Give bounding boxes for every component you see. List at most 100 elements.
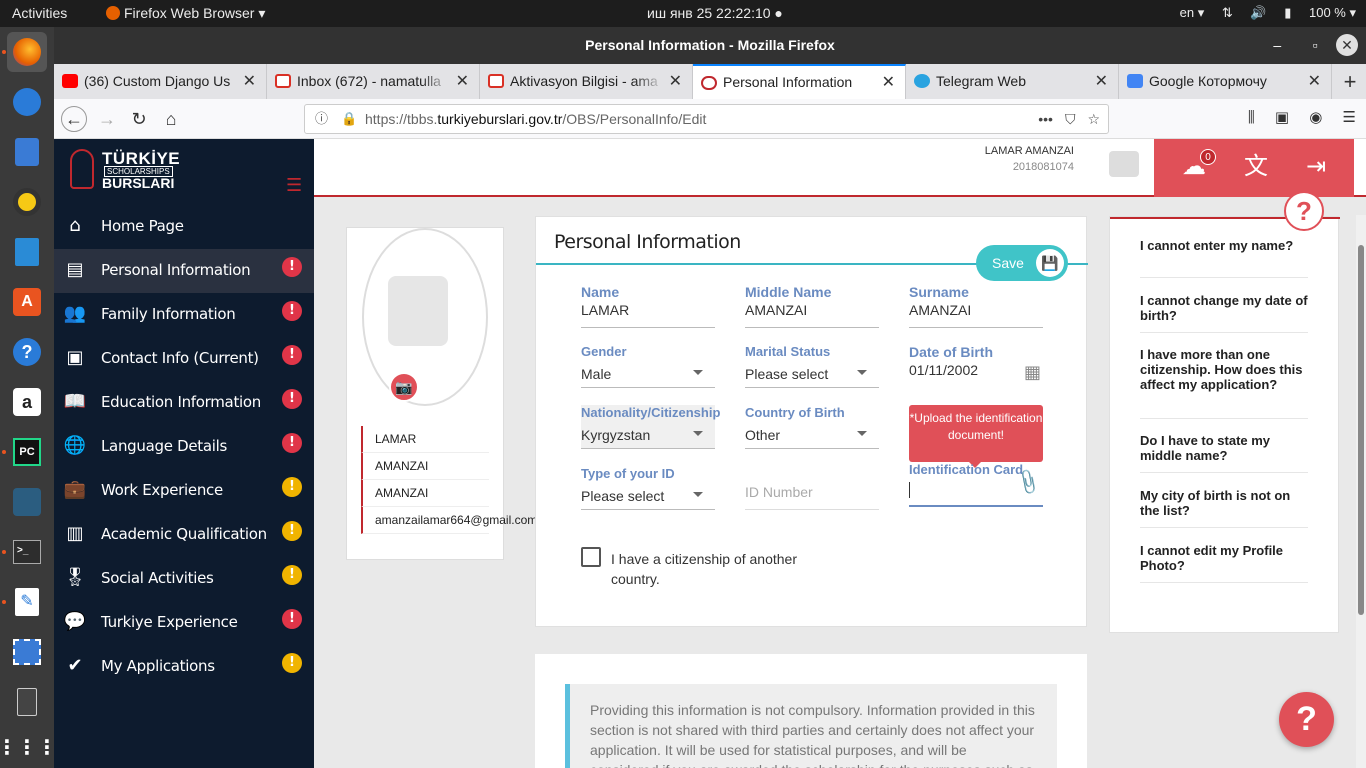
battery-indicator[interactable]: ▮ 100 % ▾: [1284, 5, 1356, 20]
country-of-birth-select[interactable]: Country of Birth Other: [745, 405, 879, 449]
sidebar-item-personal-information[interactable]: ▤ Personal Information!: [54, 249, 314, 293]
app-menu[interactable]: Firefox Web Browser ▾: [106, 5, 265, 22]
gender-select[interactable]: Gender Male: [581, 344, 715, 388]
faq-item[interactable]: I cannot change my date of birth?: [1140, 293, 1308, 333]
id-number-input[interactable]: ID Number: [745, 466, 879, 510]
help-button[interactable]: ?: [1279, 692, 1334, 747]
sidebar-item-contact-info-current[interactable]: ▣ Contact Info (Current)!: [54, 337, 314, 381]
sidebar-item-home-page[interactable]: ⌂ Home Page: [54, 205, 314, 249]
profile-first-name: LAMAR: [361, 426, 489, 453]
system-tray[interactable]: en ▾ ⇅ 🔊 ▮ 100 % ▾: [1166, 5, 1356, 21]
surname-field[interactable]: Surname AMANZAI: [909, 284, 1043, 328]
sidebar-toggle-icon[interactable]: ▣: [1275, 109, 1289, 126]
pycharm-icon[interactable]: PC: [7, 432, 47, 472]
translate-icon[interactable]: 文: [1238, 151, 1274, 183]
tab-google-translate[interactable]: Google Котормочу ✕: [1119, 64, 1332, 99]
close-tab-icon[interactable]: ✕: [1095, 64, 1108, 99]
writer-icon[interactable]: [7, 232, 47, 272]
save-button[interactable]: Save 💾: [976, 245, 1068, 281]
system-top-bar: Activities Firefox Web Browser ▾ иш янв …: [0, 0, 1366, 27]
hamburger-menu-icon[interactable]: ☰: [286, 175, 302, 196]
marital-status-select[interactable]: Marital Status Please select: [745, 344, 879, 388]
thunderbird-icon[interactable]: [7, 82, 47, 122]
logo-line-3: BURSLARI: [102, 175, 175, 191]
sidebar-item-turkiye-experience[interactable]: 💬 Turkiye Experience!: [54, 601, 314, 645]
upload-cloud-icon[interactable]: ☁ 0: [1176, 149, 1216, 183]
close-tab-icon[interactable]: ✕: [882, 66, 895, 99]
activities-button[interactable]: Activities: [12, 5, 67, 21]
profile-photo-icon[interactable]: [1109, 151, 1139, 177]
minimize-button[interactable]: –: [1260, 27, 1294, 64]
terminal-icon[interactable]: >_: [7, 532, 47, 572]
mysql-workbench-icon[interactable]: [7, 482, 47, 522]
close-tab-icon[interactable]: ✕: [669, 64, 682, 99]
network-icon[interactable]: ⇅: [1222, 5, 1233, 20]
sidebar-item-social-activities[interactable]: 🎖 Social Activities!: [54, 557, 314, 601]
tab-personal-information[interactable]: Personal Information ✕: [693, 64, 906, 99]
close-window-button[interactable]: ✕: [1336, 34, 1358, 56]
menu-icon[interactable]: ☰: [1343, 109, 1356, 126]
back-button[interactable]: ←: [61, 106, 87, 132]
calculator-icon[interactable]: [7, 682, 47, 722]
faq-item[interactable]: I cannot enter my name?: [1140, 238, 1308, 278]
change-photo-button[interactable]: 📷: [389, 372, 419, 402]
identification-card-upload[interactable]: Identification Card 📎: [909, 462, 1043, 507]
sidebar-item-family-information[interactable]: 👥 Family Information!: [54, 293, 314, 337]
bookmark-star-icon[interactable]: ☆: [1087, 111, 1100, 127]
new-tab-button[interactable]: +: [1334, 64, 1366, 99]
home-button[interactable]: ⌂: [158, 106, 184, 132]
site-info-icon[interactable]: ⓘ: [315, 105, 328, 133]
pocket-icon[interactable]: ⛉: [1065, 111, 1076, 127]
faq-item[interactable]: I cannot edit my Profile Photo?: [1140, 543, 1308, 583]
field-label: Marital Status: [745, 344, 831, 359]
name-field[interactable]: Name LAMAR: [581, 284, 715, 328]
firefox-dock-icon[interactable]: [7, 32, 47, 72]
sidebar-item-my-applications[interactable]: ✔ My Applications!: [54, 645, 314, 689]
sidebar-item-education-information[interactable]: 📖 Education Information!: [54, 381, 314, 425]
id-type-select[interactable]: Type of your ID Please select: [581, 466, 715, 510]
tab-telegram[interactable]: Telegram Web ✕: [906, 64, 1119, 99]
account-icon[interactable]: ◉: [1309, 109, 1322, 126]
help-icon[interactable]: ?: [7, 332, 47, 372]
faq-item[interactable]: Do I have to state my middle name?: [1140, 433, 1308, 473]
maximize-button[interactable]: ▫: [1298, 27, 1332, 64]
tab-youtube[interactable]: (36) Custom Django Us ✕: [54, 64, 267, 99]
tab-gmail[interactable]: Inbox (672) - namatulla ✕: [267, 64, 480, 99]
sidebar-item-academic-qualification[interactable]: ▥ Academic Qualification!: [54, 513, 314, 557]
tab-aktivasyon[interactable]: Aktivasyon Bilgisi - ama ✕: [480, 64, 693, 99]
middle-name-field[interactable]: Middle Name AMANZAI: [745, 284, 879, 328]
url-bar[interactable]: ⓘ 🔒 https://tbbs.turkiyeburslari.gov.tr/…: [304, 104, 1109, 134]
scrollbar-thumb[interactable]: [1358, 245, 1364, 615]
amazon-icon[interactable]: a: [7, 382, 47, 422]
volume-icon[interactable]: 🔊: [1250, 5, 1266, 20]
turkiye-burslari-logo[interactable]: TÜRKİYE SCHOLARSHIPS BURSLARI ☰: [54, 139, 314, 197]
lock-icon[interactable]: 🔒: [341, 105, 357, 133]
software-icon[interactable]: A: [7, 282, 47, 322]
date-of-birth-field[interactable]: Date of Birth 01/11/2002 ▦: [909, 344, 1043, 388]
show-apps-icon[interactable]: ⋮⋮⋮: [0, 727, 57, 767]
reload-button[interactable]: ↻: [126, 106, 152, 132]
clock[interactable]: иш янв 25 22:22:10 ●: [647, 5, 783, 21]
scrollbar[interactable]: [1356, 215, 1366, 768]
language-indicator[interactable]: en ▾: [1180, 5, 1205, 20]
close-tab-icon[interactable]: ✕: [456, 64, 469, 99]
files-icon[interactable]: [7, 132, 47, 172]
faq-item[interactable]: I have more than one citizenship. How do…: [1140, 347, 1308, 419]
forward-button[interactable]: →: [94, 106, 120, 132]
page-actions-icon[interactable]: •••: [1038, 111, 1053, 127]
calendar-icon[interactable]: ▦: [1024, 362, 1041, 383]
nationality-select[interactable]: Nationality/Citizenship Kyrgyzstan: [581, 405, 720, 449]
sidebar-item-work-experience[interactable]: 💼 Work Experience!: [54, 469, 314, 513]
rhythmbox-icon[interactable]: [7, 182, 47, 222]
other-citizenship-checkbox[interactable]: [581, 547, 601, 567]
screenshot-icon[interactable]: [7, 632, 47, 672]
close-tab-icon[interactable]: ✕: [1308, 64, 1321, 99]
text-editor-icon[interactable]: ✎: [7, 582, 47, 622]
logout-icon[interactable]: ⇥: [1298, 151, 1334, 183]
other-citizenship-label[interactable]: I have a citizenship of another country.: [611, 549, 811, 589]
sidebar-item-language-details[interactable]: 🌐 Language Details!: [54, 425, 314, 469]
close-tab-icon[interactable]: ✕: [243, 64, 256, 99]
library-icon[interactable]: ⫼: [1248, 109, 1255, 126]
sidebar-item-label: Turkiye Experience: [101, 613, 238, 631]
faq-item[interactable]: My city of birth is not on the list?: [1140, 488, 1308, 528]
